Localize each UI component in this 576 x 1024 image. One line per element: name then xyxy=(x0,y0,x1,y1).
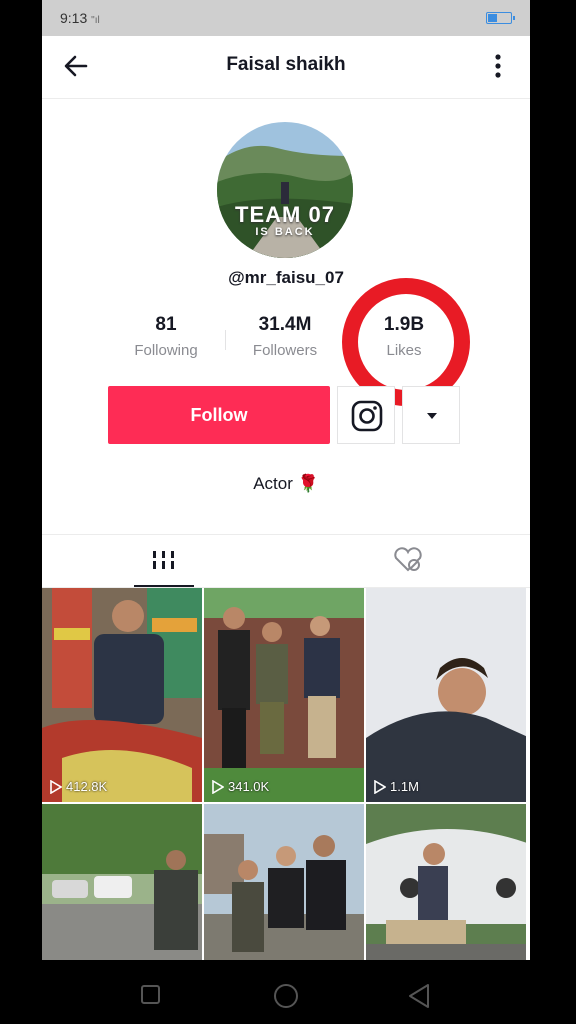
stat-followers[interactable]: 31.4M Followers xyxy=(230,314,340,359)
bio-text: Actor 🌹 xyxy=(253,474,319,493)
tab-videos[interactable] xyxy=(42,535,286,587)
caret-down-icon xyxy=(427,413,437,419)
tab-liked[interactable] xyxy=(286,535,530,587)
stat-following[interactable]: 81 Following xyxy=(111,314,221,359)
avatar[interactable]: TEAM 07 IS BACK xyxy=(217,122,353,258)
instagram-button[interactable] xyxy=(337,386,395,444)
username: @mr_faisu_07 xyxy=(228,268,344,287)
video-thumbnail[interactable] xyxy=(42,804,202,960)
video-thumbnail[interactable] xyxy=(366,804,526,960)
view-count: 412.8K xyxy=(50,779,107,794)
more-options-icon[interactable] xyxy=(488,50,508,82)
following-label: Following xyxy=(134,342,198,359)
followers-label: Followers xyxy=(252,342,318,359)
status-bar: 9:13 "ıl xyxy=(42,0,530,36)
recents-square-icon[interactable] xyxy=(140,984,162,1011)
active-tab-indicator xyxy=(134,585,194,587)
instagram-icon xyxy=(351,400,383,432)
suggested-accounts-button[interactable] xyxy=(402,386,460,444)
grid-icon xyxy=(152,551,175,569)
content-tabs xyxy=(42,534,530,588)
video-thumbnail[interactable]: 412.8K xyxy=(42,588,202,802)
followers-count: 31.4M xyxy=(258,314,312,335)
video-thumbnail[interactable] xyxy=(204,804,364,960)
play-icon xyxy=(374,779,386,794)
status-time: 9:13 "ıl xyxy=(60,10,100,26)
back-triangle-icon[interactable] xyxy=(406,982,432,1015)
video-thumbnail[interactable]: 1.1M xyxy=(366,588,526,802)
battery-icon xyxy=(486,12,515,24)
view-count: 1.1M xyxy=(374,779,419,794)
stat-divider xyxy=(225,330,226,350)
avatar-caption: TEAM 07 IS BACK xyxy=(235,202,335,238)
play-icon xyxy=(50,779,62,794)
liked-hidden-icon xyxy=(394,547,422,572)
page-title: Faisal shaikh xyxy=(226,54,346,75)
profile-screen: Faisal shaikh TEAM 07 IS BACK @mr_faisu_… xyxy=(42,36,530,960)
view-count: 341.0K xyxy=(212,779,269,794)
follow-button[interactable]: Follow xyxy=(108,386,330,444)
video-grid: 412.8K 341.0K 1.1M xyxy=(42,588,530,960)
home-circle-icon[interactable] xyxy=(272,982,300,1015)
video-thumbnail[interactable]: 341.0K xyxy=(204,588,364,802)
play-icon xyxy=(212,779,224,794)
following-count: 81 xyxy=(155,314,177,335)
top-bar: Faisal shaikh xyxy=(42,36,530,99)
system-nav-bar xyxy=(0,960,576,1024)
